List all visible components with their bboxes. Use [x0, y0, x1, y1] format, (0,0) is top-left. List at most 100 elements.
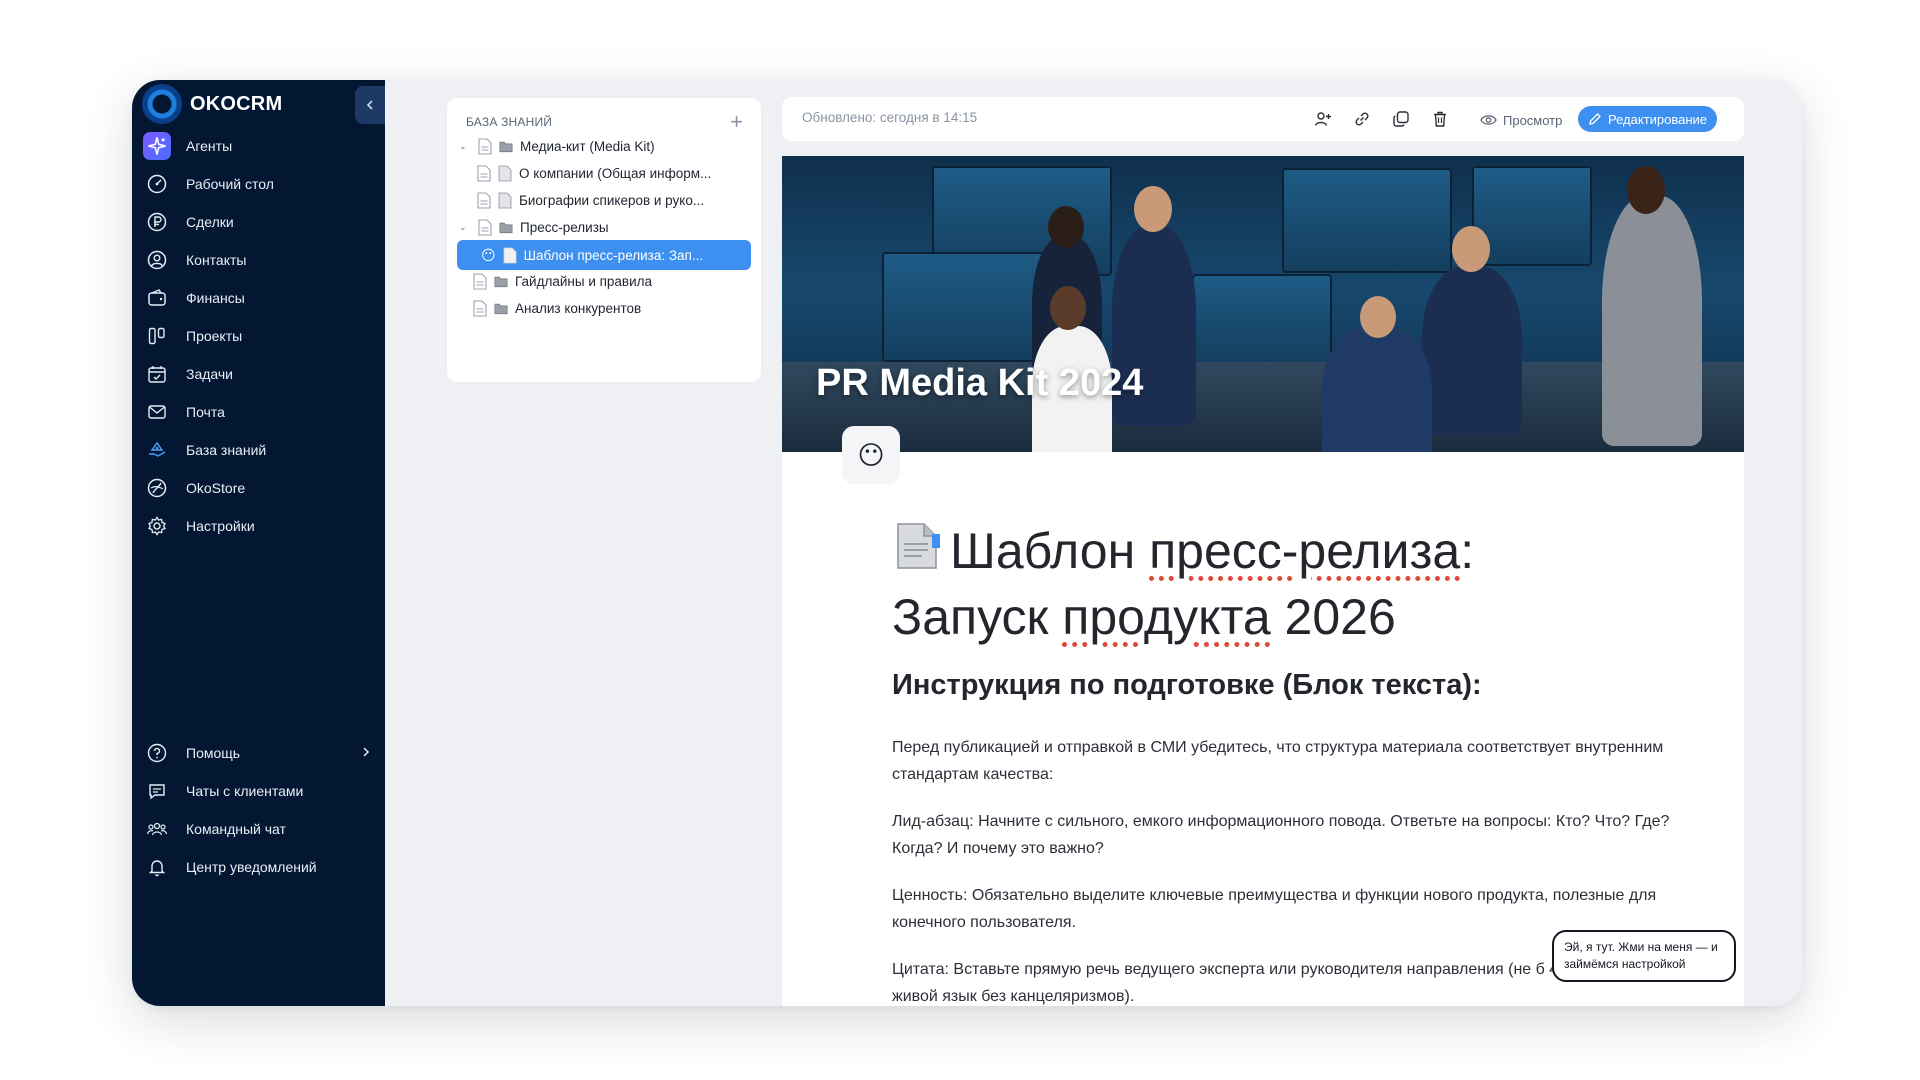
document-icon	[473, 272, 487, 290]
document-icon	[477, 191, 491, 209]
brand-name: OKOCRM	[190, 92, 283, 115]
paragraph[interactable]: Лид-абзац: Начните с сильного, емкого ин…	[892, 808, 1682, 862]
tree-item[interactable]: О компании (Общая информ...	[477, 158, 711, 188]
sidebar-item-okostore[interactable]: OkoStore	[146, 473, 245, 503]
sidebar-item-desktop[interactable]: Рабочий стол	[146, 169, 274, 199]
tree-item[interactable]: Гайдлайны и правила	[473, 266, 652, 296]
pencil-icon	[1589, 113, 1601, 125]
wallet-icon	[146, 287, 168, 309]
tree-item[interactable]: ⌄ Пресс-релизы	[459, 212, 609, 242]
kanban-icon	[146, 325, 168, 347]
section-heading[interactable]: Инструкция по подготовке (Блок текста):	[892, 669, 1482, 702]
chevron-right-icon	[361, 745, 371, 761]
sparkle-icon	[143, 132, 171, 160]
link-icon[interactable]	[1352, 109, 1372, 129]
sidebar-item-label: Финансы	[186, 290, 245, 306]
view-mode-button[interactable]: Просмотр	[1472, 107, 1572, 133]
sidebar-item-label: Контакты	[186, 252, 247, 268]
sidebar-item-label: Помощь	[186, 745, 241, 761]
tree-item[interactable]: ⌄ Медиа-кит (Media Kit)	[459, 131, 655, 161]
document-icon	[478, 137, 492, 155]
sidebar-item-label: Задачи	[186, 366, 234, 382]
app-window: OKOCRM Агенты Рабочий стол Сделки Контак…	[132, 80, 1802, 1006]
content-area: Обновлено: сегодня в 14:15 Просмотр Реда…	[782, 97, 1744, 1006]
document-icon	[473, 299, 487, 317]
cover-screen	[1472, 166, 1592, 266]
sidebar-item-mail[interactable]: Почта	[146, 397, 225, 427]
sidebar-item-label: Проекты	[186, 328, 243, 344]
sidebar-item-label: База знаний	[186, 442, 267, 458]
eye-icon	[1480, 115, 1497, 125]
sidebar-item-label: Агенты	[186, 138, 233, 154]
sidebar-item-label: OkoStore	[186, 480, 246, 496]
sidebar-item-agents[interactable]: Агенты	[143, 131, 233, 161]
folder-icon	[494, 276, 508, 287]
page-facing-up-icon	[503, 247, 517, 263]
edit-mode-button[interactable]: Редактирование	[1578, 106, 1718, 132]
knowledge-hand-icon	[146, 439, 168, 461]
sidebar-item-label: Центр уведомлений	[186, 859, 317, 875]
ruble-icon	[146, 211, 168, 233]
user-circle-icon	[146, 249, 168, 271]
sidebar-item-client-chats[interactable]: Чаты с клиентами	[146, 776, 303, 806]
sidebar-item-settings[interactable]: Настройки	[146, 511, 255, 541]
sidebar-item-tasks[interactable]: Задачи	[146, 359, 233, 389]
cover-title: PR Media Kit 2024	[816, 362, 1144, 404]
paragraph[interactable]: Ценность: Обязательно выделите ключевые …	[892, 882, 1682, 936]
document-page: PR Media Kit 2024 😶 Шаблон пресс-релиза:…	[782, 156, 1744, 1006]
bell-icon	[146, 856, 168, 878]
mail-icon	[146, 401, 168, 423]
knowledge-tree-panel: БАЗА ЗНАНИЙ + ⌄ Медиа-кит (Media Kit) О …	[447, 98, 761, 382]
sidebar-item-team-chat[interactable]: Командный чат	[146, 814, 286, 844]
tree-header: БАЗА ЗНАНИЙ	[466, 115, 553, 129]
sidebar-item-contacts[interactable]: Контакты	[146, 245, 246, 275]
dashboard-gauge-icon	[146, 173, 168, 195]
sidebar-item-label: Почта	[186, 404, 225, 420]
brand-logo[interactable]: OKOCRM	[142, 84, 282, 124]
sidebar-item-label: Настройки	[186, 518, 255, 534]
help-circle-icon	[146, 742, 168, 764]
folder-icon	[499, 222, 513, 233]
sidebar-item-deals[interactable]: Сделки	[146, 207, 234, 237]
page-emoji-button[interactable]: 😶	[842, 426, 900, 484]
tree-item[interactable]: Биографии спикеров и руко...	[477, 185, 704, 215]
neutral-face-emoji-icon: 😶	[481, 246, 496, 263]
chevron-left-icon	[366, 100, 373, 110]
folder-icon	[494, 303, 508, 314]
team-icon	[146, 818, 168, 840]
add-user-icon[interactable]	[1313, 109, 1333, 129]
logo-mark-icon	[142, 84, 182, 124]
sidebar: OKOCRM Агенты Рабочий стол Сделки Контак…	[132, 80, 385, 1006]
chevron-down-icon: ⌄	[459, 221, 467, 232]
folder-icon	[499, 141, 513, 152]
sidebar-item-projects[interactable]: Проекты	[146, 321, 242, 351]
cover-screen	[1282, 168, 1452, 273]
page-facing-up-icon	[897, 523, 940, 569]
page-facing-up-icon	[498, 165, 512, 181]
sidebar-item-label: Рабочий стол	[186, 176, 274, 192]
sidebar-item-help[interactable]: Помощь	[146, 738, 371, 768]
updated-timestamp: Обновлено: сегодня в 14:15	[802, 110, 978, 125]
chat-icon	[146, 780, 168, 802]
cover-image[interactable]: PR Media Kit 2024	[782, 156, 1744, 452]
sidebar-item-knowledge-base[interactable]: База знаний	[146, 435, 266, 465]
sidebar-item-label: Чаты с клиентами	[186, 783, 304, 799]
sidebar-item-label: Сделки	[186, 214, 234, 230]
duplicate-icon[interactable]	[1391, 109, 1411, 129]
tree-item[interactable]: Анализ конкурентов	[473, 293, 641, 323]
trash-icon[interactable]	[1430, 109, 1450, 129]
collapse-sidebar-button[interactable]	[355, 86, 385, 124]
paragraph[interactable]: Перед публикацией и отправкой в СМИ убед…	[892, 734, 1682, 788]
main-area: БАЗА ЗНАНИЙ + ⌄ Медиа-кит (Media Kit) О …	[385, 80, 1802, 1006]
calendar-check-icon	[146, 363, 168, 385]
sidebar-item-finance[interactable]: Финансы	[146, 283, 245, 313]
document-title[interactable]: Шаблон пресс-релиза: Запуск продукта 202…	[892, 518, 1692, 650]
document-icon	[477, 164, 491, 182]
cover-screen	[1192, 274, 1332, 364]
store-icon	[146, 477, 168, 499]
add-page-button[interactable]: +	[730, 111, 743, 133]
sidebar-item-notifications[interactable]: Центр уведомлений	[146, 852, 317, 882]
onboarding-assistant-bubble[interactable]: Эй, я тут. Жми на меня — и займёмся наст…	[1552, 930, 1736, 982]
chevron-down-icon: ⌄	[459, 140, 467, 151]
sidebar-item-label: Командный чат	[186, 821, 286, 837]
